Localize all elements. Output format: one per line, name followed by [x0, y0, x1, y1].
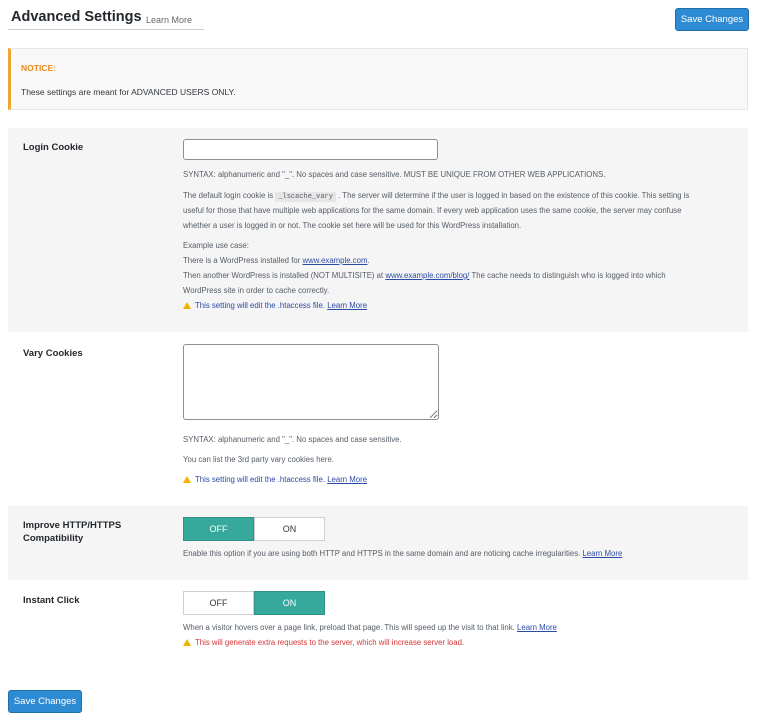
- login-cookie-section: Login Cookie SYNTAX: alphanumeric and "_…: [8, 128, 748, 332]
- instant-click-off-option[interactable]: OFF: [183, 591, 254, 615]
- instant-click-label: Instant Click: [23, 595, 80, 606]
- http-https-toggle[interactable]: OFF ON: [183, 517, 325, 541]
- example-line2: Then another WordPress is installed (NOT…: [183, 269, 666, 284]
- example-line2-pre: Then another WordPress is installed (NOT…: [183, 271, 384, 280]
- vary-cookies-label: Vary Cookies: [23, 348, 83, 359]
- example-com-link[interactable]: www.example.com: [302, 256, 367, 265]
- login-cookie-label: Login Cookie: [23, 142, 84, 153]
- http-https-label: Improve HTTP/HTTPS Compatibility: [23, 519, 121, 545]
- example-line1-pre: There is a WordPress installed for: [183, 256, 301, 265]
- instant-click-toggle[interactable]: OFF ON: [183, 591, 325, 615]
- vary-cookies-warning-text: This setting will edit the .htaccess fil…: [195, 475, 326, 484]
- default-cookie-code: _lscache_vary: [275, 192, 336, 202]
- instant-click-desc: When a visitor hovers over a page link, …: [183, 621, 557, 636]
- page-header: Advanced Settings Learn More: [8, 6, 204, 30]
- instant-click-warning-text: This will generate extra requests to the…: [195, 638, 465, 647]
- login-cookie-syntax: SYNTAX: alphanumeric and "_". No spaces …: [183, 170, 606, 179]
- vary-cookies-warning: This setting will edit the .htaccess fil…: [183, 473, 367, 488]
- save-changes-button-bottom[interactable]: Save Changes: [8, 690, 82, 713]
- vary-cookies-section: Vary Cookies SYNTAX: alphanumeric and "_…: [8, 332, 748, 506]
- login-cookie-desc-line1: The default login cookie is _lscache_var…: [183, 189, 689, 205]
- http-https-desc-text: Enable this option if you are using both…: [183, 549, 581, 558]
- instant-click-warning: This will generate extra requests to the…: [183, 636, 464, 651]
- example-line1-post: .: [367, 256, 370, 265]
- login-cookie-warning-text: This setting will edit the .htaccess fil…: [195, 301, 326, 310]
- http-https-on-option[interactable]: ON: [254, 517, 325, 541]
- notice-text: These settings are meant for ADVANCED US…: [21, 87, 236, 97]
- warning-triangle-icon: [183, 639, 191, 646]
- example-line1: There is a WordPress installed for www.e…: [183, 254, 370, 269]
- page-title: Advanced Settings: [11, 9, 142, 25]
- learn-more-link[interactable]: Learn More: [146, 15, 192, 25]
- login-cookie-input[interactable]: [183, 139, 438, 160]
- instant-click-section: Instant Click OFF ON When a visitor hove…: [8, 580, 748, 672]
- example-title: Example use case:: [183, 241, 249, 250]
- instant-click-desc-text: When a visitor hovers over a page link, …: [183, 623, 515, 632]
- http-https-label-line1: Improve HTTP/HTTPS: [23, 520, 122, 531]
- http-https-off-option[interactable]: OFF: [183, 517, 254, 541]
- vary-cookies-textarea[interactable]: [183, 344, 439, 420]
- http-https-label-line2: Compatibility: [23, 533, 84, 544]
- notice-title: NOTICE:: [21, 63, 56, 73]
- save-changes-button-top[interactable]: Save Changes: [675, 8, 749, 31]
- vary-cookies-syntax: SYNTAX: alphanumeric and "_". No spaces …: [183, 435, 402, 444]
- login-cookie-desc-pre: The default login cookie is: [183, 191, 274, 200]
- vary-cookies-learn-more-link[interactable]: Learn More: [327, 475, 367, 484]
- example-blog-link[interactable]: www.example.com/blog/: [385, 271, 469, 280]
- instant-click-on-option[interactable]: ON: [254, 591, 325, 615]
- login-cookie-warning: This setting will edit the .htaccess fil…: [183, 299, 367, 314]
- http-https-section: Improve HTTP/HTTPS Compatibility OFF ON …: [8, 506, 748, 580]
- warning-triangle-icon: [183, 302, 191, 309]
- example-line2-post: The cache needs to distinguish who is lo…: [471, 271, 666, 280]
- login-cookie-learn-more-link[interactable]: Learn More: [327, 301, 367, 310]
- instant-click-learn-more-link[interactable]: Learn More: [517, 623, 557, 632]
- vary-cookies-desc: You can list the 3rd party vary cookies …: [183, 455, 334, 464]
- http-https-learn-more-link[interactable]: Learn More: [582, 549, 622, 558]
- notice-box: NOTICE: These settings are meant for ADV…: [8, 48, 748, 110]
- example-line3: WordPress site in order to cache correct…: [183, 286, 330, 295]
- login-cookie-desc-post: . The server will determine if the user …: [338, 191, 690, 200]
- http-https-desc: Enable this option if you are using both…: [183, 547, 622, 562]
- warning-triangle-icon: [183, 476, 191, 483]
- login-cookie-desc-line2: useful for those that have multiple web …: [183, 206, 682, 215]
- login-cookie-desc-line3: whether a user is logged in or not. The …: [183, 221, 522, 230]
